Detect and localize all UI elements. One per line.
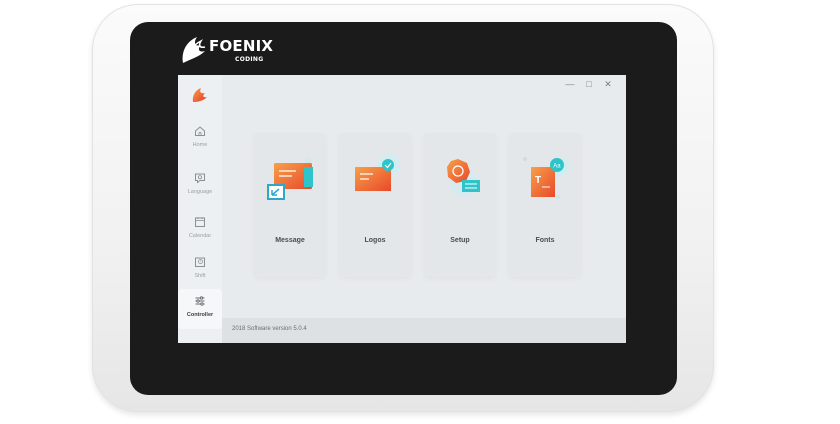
card-setup[interactable]: Setup bbox=[424, 133, 496, 277]
sidebar-item-controller[interactable]: Controller bbox=[178, 289, 222, 329]
sliders-icon bbox=[195, 296, 205, 306]
sidebar: Home Language Calendar Shift Controller bbox=[178, 75, 222, 343]
sidebar-item-label: Home bbox=[192, 142, 208, 148]
card-label: Setup bbox=[450, 237, 470, 244]
card-logos[interactable]: Logos bbox=[339, 133, 411, 277]
sidebar-item-home[interactable]: Home bbox=[178, 123, 222, 161]
calendar-icon bbox=[195, 217, 205, 227]
language-icon bbox=[195, 173, 205, 184]
sidebar-item-language[interactable]: Language bbox=[178, 170, 222, 208]
maximize-button[interactable]: □ bbox=[583, 78, 595, 90]
phoenix-logo-icon bbox=[182, 37, 206, 63]
sidebar-item-label: Shift bbox=[194, 273, 206, 279]
sidebar-item-shift[interactable]: Shift bbox=[178, 254, 222, 292]
brand-name: FOENIX bbox=[209, 37, 274, 55]
app-window: Home Language Calendar Shift Controller … bbox=[178, 75, 626, 343]
shift-icon bbox=[195, 257, 205, 267]
message-illustration bbox=[267, 157, 313, 200]
fonts-illustration: T Aa bbox=[523, 157, 569, 199]
status-bar: 2018 Software version 5.0.4 bbox=[222, 318, 626, 343]
close-button[interactable]: ✕ bbox=[602, 78, 614, 90]
logos-illustration bbox=[355, 154, 400, 191]
card-message[interactable]: Message bbox=[254, 133, 326, 277]
software-version: 2018 Software version 5.0.4 bbox=[232, 326, 307, 332]
card-label: Fonts bbox=[535, 237, 555, 244]
phoenix-flame-icon[interactable] bbox=[191, 86, 209, 104]
brand-tagline: CODING bbox=[235, 56, 264, 63]
svg-text:T: T bbox=[535, 175, 541, 186]
brand-logo: FOENIX CODING bbox=[179, 29, 273, 69]
sidebar-item-calendar[interactable]: Calendar bbox=[178, 214, 222, 252]
sidebar-item-label: Controller bbox=[186, 312, 214, 318]
home-icon bbox=[195, 126, 205, 136]
sidebar-item-label: Calendar bbox=[188, 233, 212, 239]
card-fonts[interactable]: T Aa Fonts bbox=[509, 133, 581, 277]
card-label: Message bbox=[275, 237, 305, 244]
sidebar-item-label: Language bbox=[187, 189, 213, 195]
minimize-button[interactable]: — bbox=[564, 78, 576, 90]
card-label: Logos bbox=[364, 237, 386, 244]
svg-text:Aa: Aa bbox=[553, 164, 561, 170]
setup-gear-illustration bbox=[447, 159, 480, 197]
